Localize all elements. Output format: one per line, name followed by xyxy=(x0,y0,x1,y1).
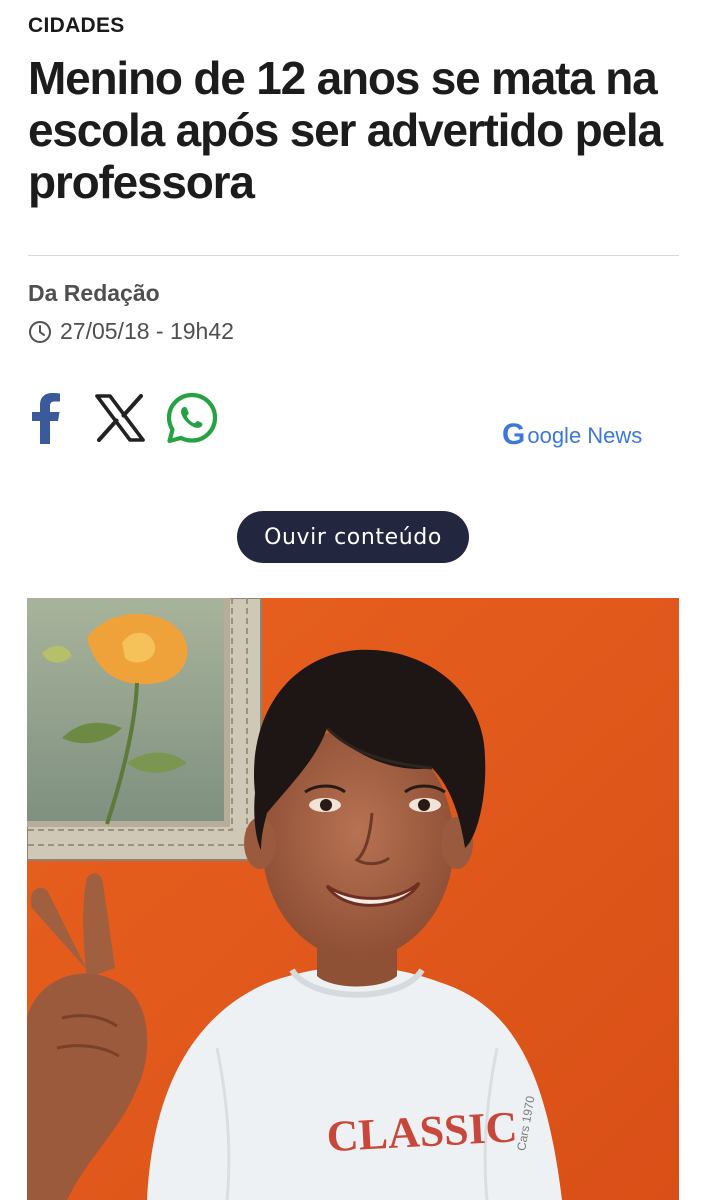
whatsapp-share-button[interactable] xyxy=(164,390,220,446)
article-photo: CLASSIC Cars 1970 xyxy=(27,598,679,1200)
share-row xyxy=(28,390,220,446)
clock-icon xyxy=(28,320,52,344)
framed-painting xyxy=(27,598,262,861)
divider xyxy=(28,255,679,256)
datetime-text: 27/05/18 - 19h42 xyxy=(60,318,234,344)
google-news-g-icon: G xyxy=(502,417,526,451)
x-share-button[interactable] xyxy=(94,390,146,446)
facebook-icon xyxy=(32,393,60,444)
google-news-button[interactable]: G oogle News xyxy=(502,416,642,453)
shirt-print-text: CLASSIC xyxy=(326,1102,519,1161)
headline: Menino de 12 anos se mata na escola após… xyxy=(28,52,663,208)
google-news-label: oogle News xyxy=(527,423,643,448)
x-icon xyxy=(95,394,145,442)
section-label[interactable]: CIDADES xyxy=(28,14,125,38)
author: Da Redação xyxy=(28,280,160,306)
whatsapp-icon xyxy=(166,392,218,444)
facebook-share-button[interactable] xyxy=(28,390,64,446)
listen-content-button[interactable]: Ouvir conteúdo xyxy=(237,511,469,563)
datetime-row: 27/05/18 - 19h42 xyxy=(28,318,234,345)
